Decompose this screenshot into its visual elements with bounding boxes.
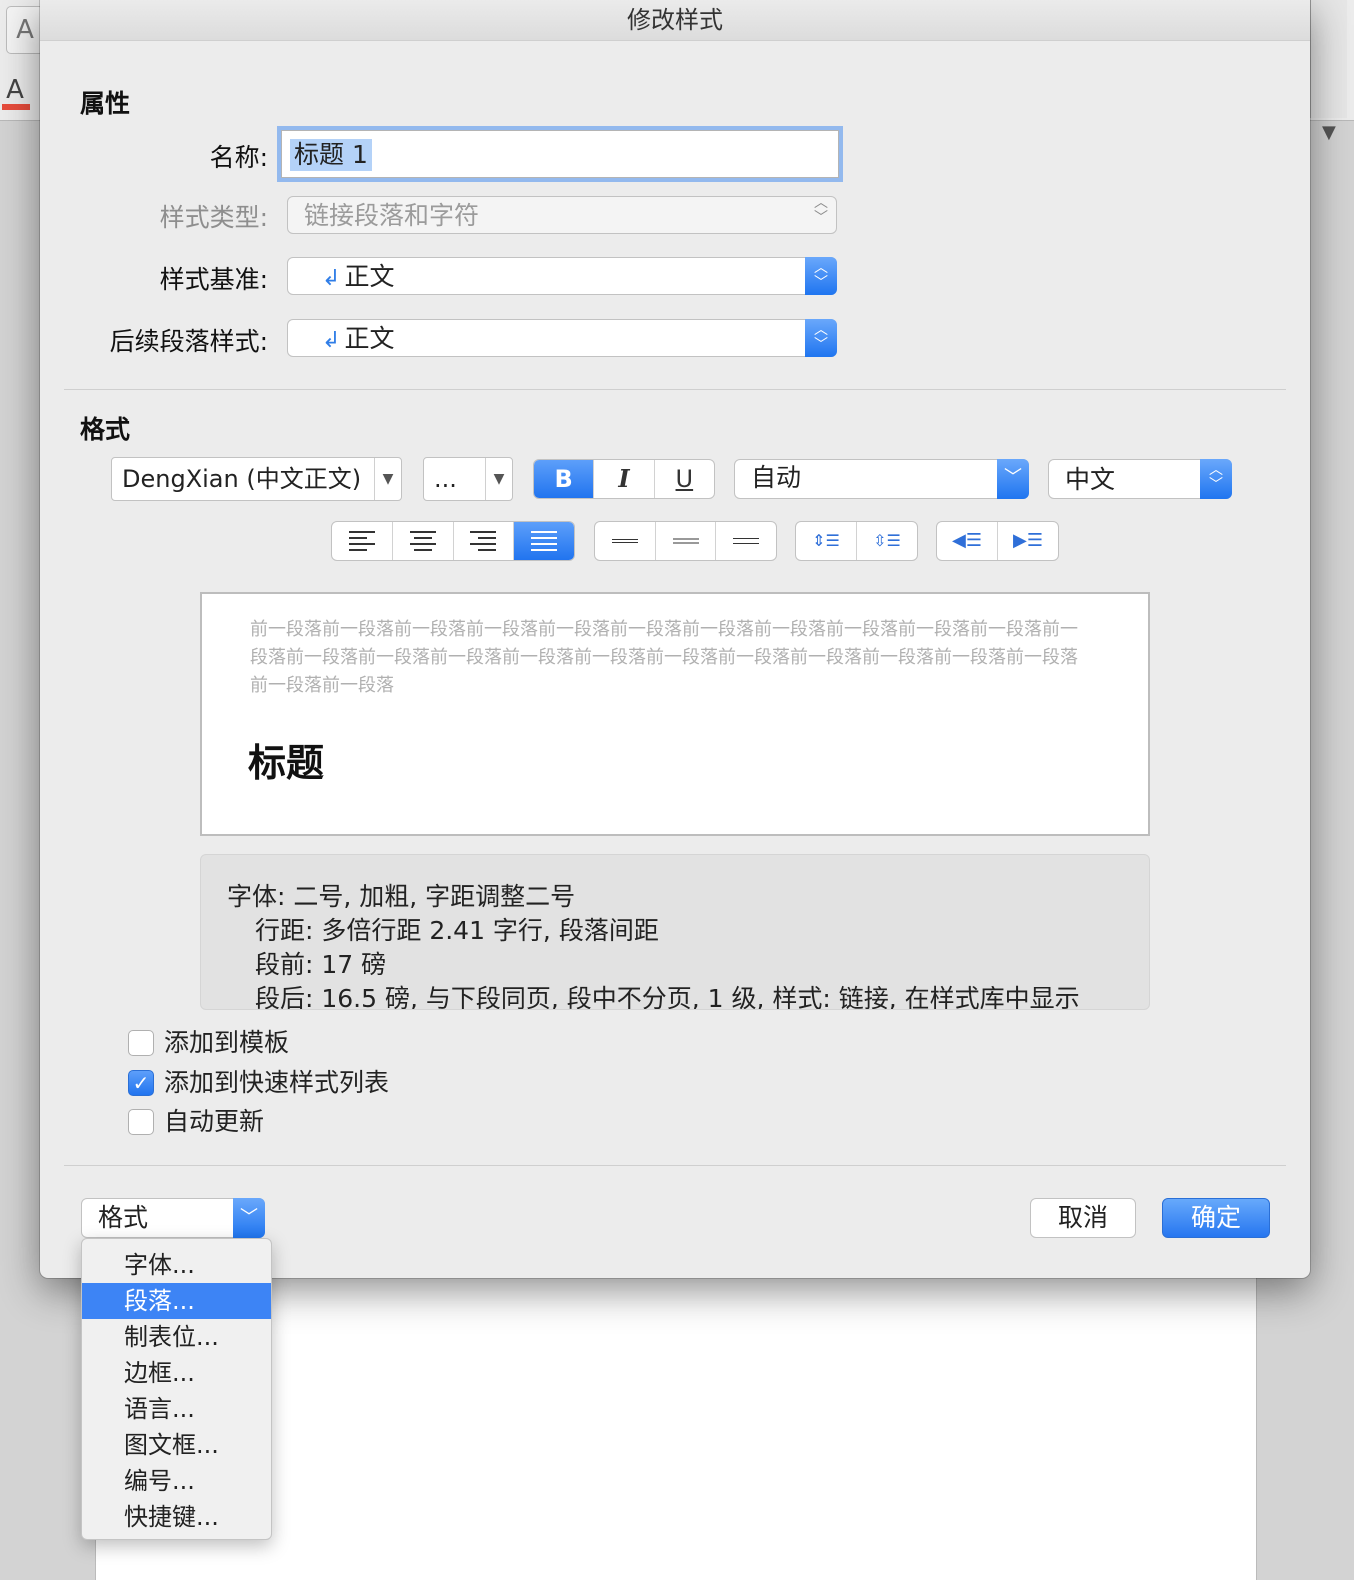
modify-style-dialog: 修改样式 属性 名称: 标题 1 样式类型: 链接段落和字符 ︿ ﹀ 样式基准: …: [40, 0, 1310, 1278]
menu-item-paragraph[interactable]: 段落...: [82, 1283, 271, 1319]
updown-chevron-icon: ︿ ﹀: [814, 195, 828, 226]
menu-item-shortcut[interactable]: 快捷键...: [82, 1499, 271, 1535]
paragraph-spacing-segment: ⇕☰ ⇳☰: [795, 521, 918, 561]
ok-button[interactable]: 确定: [1162, 1198, 1270, 1238]
menu-item-font[interactable]: 字体...: [82, 1247, 271, 1283]
line-spacing-segment: [594, 521, 777, 561]
name-field[interactable]: 标题 1: [281, 130, 839, 178]
dialog-title: 修改样式: [40, 0, 1310, 41]
add-to-template-label: 添加到模板: [164, 1028, 290, 1057]
increase-paragraph-spacing-icon[interactable]: ⇕☰: [796, 522, 857, 560]
align-center-icon[interactable]: [393, 522, 454, 560]
font-name-value: DengXian (中文正文): [122, 465, 362, 493]
language-select[interactable]: 中文 ︿ ﹀: [1048, 459, 1232, 499]
based-on-label: 样式基准:: [159, 265, 268, 294]
checkbox-box[interactable]: [128, 1030, 154, 1056]
next-style-value: 正文: [344, 324, 395, 353]
style-description: 字体: 二号, 加粗, 字距调整二号 行距: 多倍行距 2.41 字行, 段落间…: [200, 854, 1150, 1010]
single-spacing-icon[interactable]: [595, 522, 656, 560]
style-type-select: 链接段落和字符 ︿ ﹀: [287, 196, 837, 234]
add-to-quick-styles-label: 添加到快速样式列表: [164, 1068, 390, 1097]
name-field-value: 标题 1: [290, 139, 372, 171]
menu-item-language[interactable]: 语言...: [82, 1391, 271, 1427]
bold-button[interactable]: B: [534, 460, 595, 498]
paragraph-return-icon: ↲: [322, 328, 341, 353]
name-label: 名称:: [209, 143, 268, 172]
description-line: 行距: 多倍行距 2.41 字行, 段落间距: [255, 916, 659, 945]
description-line: 段后: 16.5 磅, 与下段同页, 段中不分页, 1 级, 样式: 链接, 在…: [255, 984, 1080, 1010]
increase-indent-icon[interactable]: ▶☰: [998, 522, 1058, 560]
double-spacing-icon[interactable]: [716, 522, 776, 560]
align-right-icon[interactable]: [454, 522, 515, 560]
clear-format-button[interactable]: A: [6, 6, 44, 54]
updown-chevron-icon: ︿ ﹀: [805, 257, 837, 295]
indent-segment: ◀☰ ▶☰: [936, 521, 1059, 561]
menu-item-numbering[interactable]: 编号...: [82, 1463, 271, 1499]
paragraph-return-icon: ↲: [322, 266, 341, 291]
font-size-value: ...: [434, 465, 457, 493]
font-color-select[interactable]: 自动 ﹀: [734, 459, 1029, 499]
font-name-combo[interactable]: DengXian (中文正文) ▼: [111, 457, 402, 501]
one-half-spacing-icon[interactable]: [656, 522, 717, 560]
auto-update-label: 自动更新: [164, 1107, 265, 1136]
dropdown-arrow-icon[interactable]: ▼: [374, 458, 401, 500]
cancel-button[interactable]: 取消: [1030, 1198, 1136, 1238]
previous-paragraph-sample: 前一段落前一段落前一段落前一段落前一段落前一段落前一段落前一段落前一段落前一段落…: [250, 619, 1078, 696]
alignment-segment: [331, 521, 575, 561]
font-size-combo[interactable]: ... ▼: [423, 457, 513, 501]
menu-item-frame[interactable]: 图文框...: [82, 1427, 271, 1463]
chevron-down-icon: ﹀: [233, 1198, 265, 1238]
updown-chevron-icon: ︿ ﹀: [805, 319, 837, 357]
based-on-value: 正文: [344, 262, 395, 291]
format-menu-label: 格式: [98, 1203, 149, 1232]
underline-button[interactable]: U: [655, 460, 714, 498]
dropdown-arrow-icon[interactable]: ▼: [485, 458, 512, 500]
chevron-down-icon: ﹀: [997, 459, 1029, 499]
style-type-label: 样式类型:: [159, 203, 268, 232]
decrease-indent-icon[interactable]: ◀☰: [937, 522, 998, 560]
description-line: 段前: 17 磅: [255, 950, 387, 979]
next-style-select[interactable]: ↲ 正文 ︿ ﹀: [287, 319, 837, 357]
font-color-value: 自动: [751, 463, 802, 492]
format-dropdown-menu: 字体... 段落... 制表位... 边框... 语言... 图文框... 编号…: [81, 1238, 272, 1540]
checkmark-icon[interactable]: ✓: [128, 1070, 154, 1096]
menu-item-borders[interactable]: 边框...: [82, 1355, 271, 1391]
separator: [64, 1165, 1286, 1166]
format-section-title: 格式: [80, 415, 131, 444]
justify-icon[interactable]: [514, 522, 574, 560]
separator: [64, 389, 1286, 390]
scroll-down-icon[interactable]: ▼: [1322, 122, 1336, 143]
text-style-segment: B I U: [533, 459, 715, 499]
next-style-label: 后续段落样式:: [109, 327, 268, 356]
menu-item-tabs[interactable]: 制表位...: [82, 1319, 271, 1355]
italic-button[interactable]: I: [594, 460, 655, 498]
heading-sample: 标题: [248, 741, 325, 785]
language-value: 中文: [1065, 465, 1116, 494]
format-menu-button[interactable]: 格式 ﹀: [81, 1198, 265, 1238]
align-left-icon[interactable]: [332, 522, 393, 560]
decrease-paragraph-spacing-icon[interactable]: ⇳☰: [857, 522, 917, 560]
checkbox-box[interactable]: [128, 1109, 154, 1135]
style-type-value: 链接段落和字符: [304, 201, 480, 230]
based-on-select[interactable]: ↲ 正文 ︿ ﹀: [287, 257, 837, 295]
description-line: 字体: 二号, 加粗, 字距调整二号: [227, 882, 576, 911]
style-preview: 前一段落前一段落前一段落前一段落前一段落前一段落前一段落前一段落前一段落前一段落…: [200, 592, 1150, 836]
styles-pane-strip: [1310, 0, 1347, 118]
updown-chevron-icon: ︿ ﹀: [1200, 459, 1232, 499]
properties-section-title: 属性: [80, 89, 131, 118]
font-color-button[interactable]: A: [2, 72, 30, 112]
